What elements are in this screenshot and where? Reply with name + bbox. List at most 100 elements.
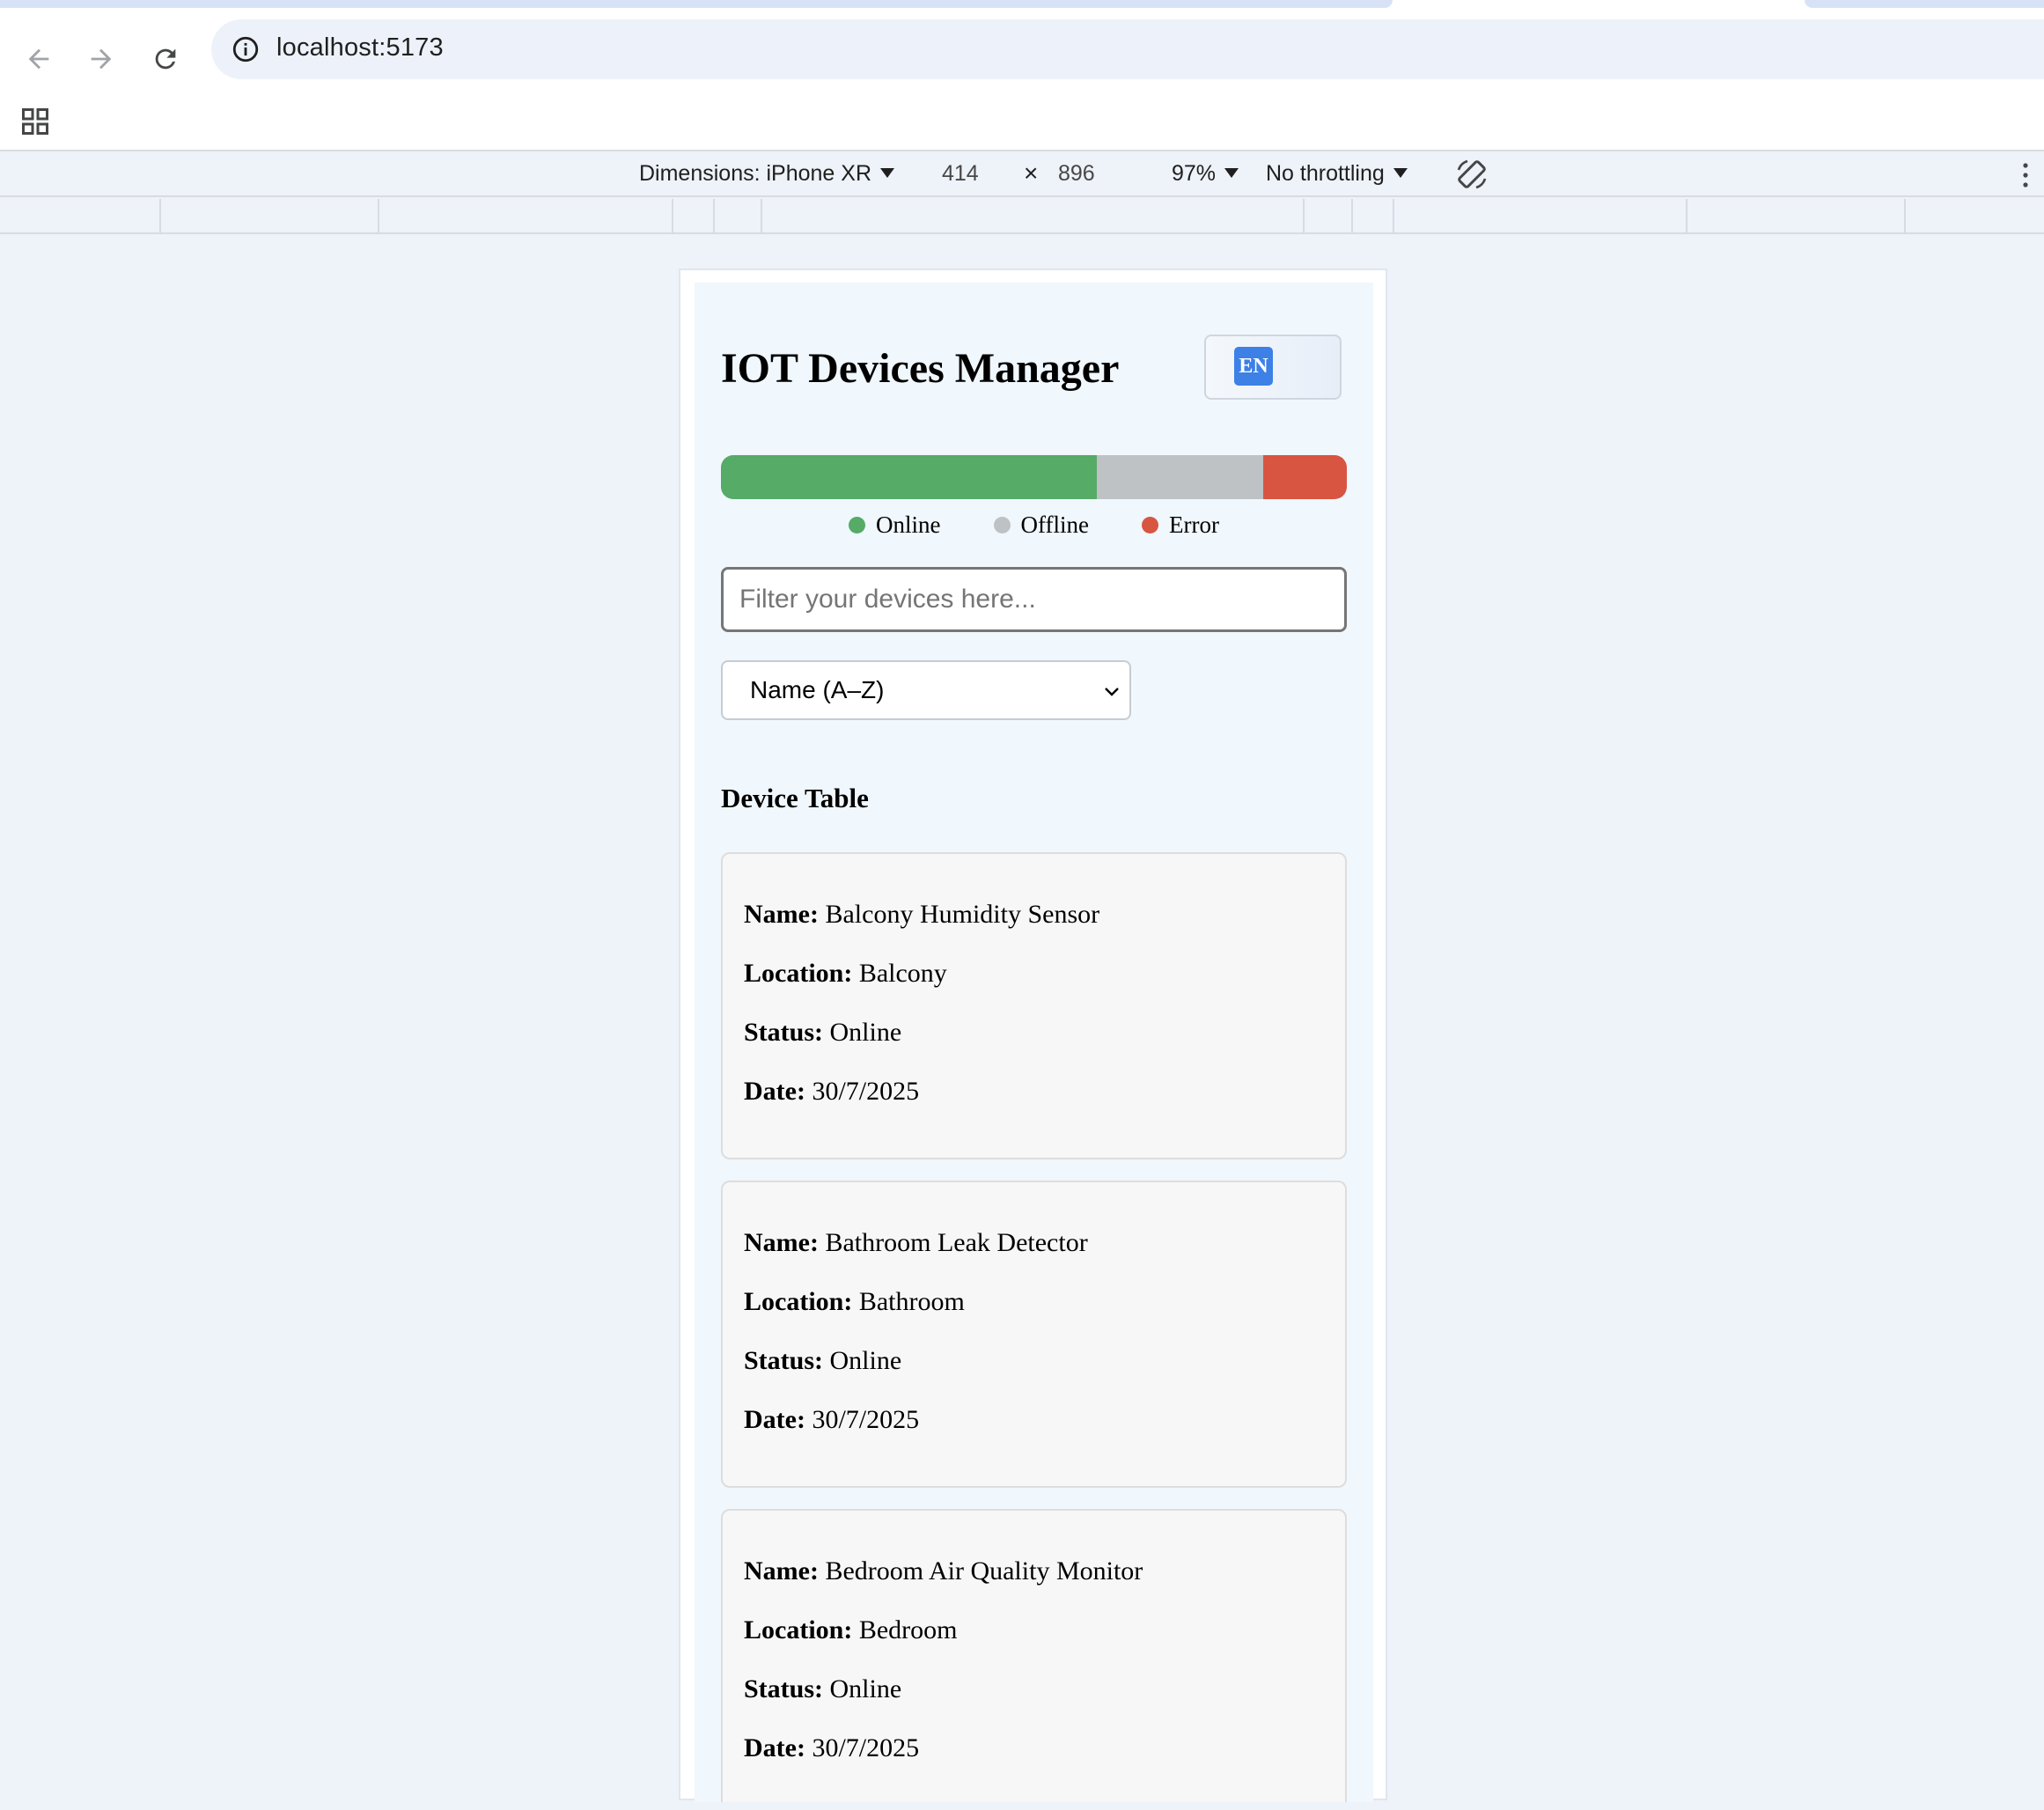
caret-down-icon bbox=[1393, 168, 1408, 178]
device-toolbar: Dimensions: iPhone XR 414 × 896 97% No t… bbox=[0, 151, 2044, 197]
legend-online: Online bbox=[849, 511, 941, 539]
device-date: 30/7/2025 bbox=[812, 1733, 920, 1762]
apps-grid-icon[interactable] bbox=[19, 106, 51, 137]
device-name-row: Name: Bathroom Leak Detector bbox=[744, 1228, 1345, 1287]
status-label: Status: bbox=[744, 1674, 824, 1703]
throttling-dropdown[interactable]: No throttling bbox=[1266, 161, 1408, 187]
media-query-marker[interactable] bbox=[761, 199, 762, 232]
inactive-tab-area-right[interactable] bbox=[1805, 0, 2044, 8]
device-date: 30/7/2025 bbox=[812, 1077, 920, 1106]
media-query-marker[interactable] bbox=[159, 199, 161, 232]
more-options-icon[interactable] bbox=[2021, 162, 2030, 188]
status-label: Status: bbox=[744, 1346, 824, 1375]
device-location-row: Location: Bathroom bbox=[744, 1287, 1345, 1346]
device-date-row: Date: 30/7/2025 bbox=[744, 1733, 1345, 1792]
reload-button[interactable] bbox=[138, 32, 193, 86]
media-query-marker[interactable] bbox=[1351, 199, 1353, 232]
device-name: Balcony Humidity Sensor bbox=[825, 900, 1100, 929]
language-badge: EN bbox=[1234, 347, 1273, 386]
device-status-row: Status: Online bbox=[744, 1674, 1345, 1733]
media-query-marker[interactable] bbox=[713, 199, 715, 232]
arrow-left-icon bbox=[28, 48, 49, 70]
device-viewport: IOT Devices Manager EN Online Offline Er… bbox=[679, 269, 1387, 1802]
device-table-heading: Device Table bbox=[721, 783, 869, 813]
device-date: 30/7/2025 bbox=[812, 1405, 920, 1434]
throttling-label: No throttling bbox=[1266, 161, 1385, 186]
name-label: Name: bbox=[744, 900, 819, 929]
browser-toolbar: localhost:5173 bbox=[0, 19, 2044, 99]
legend-offline: Offline bbox=[967, 511, 1089, 539]
media-query-marker[interactable] bbox=[1303, 199, 1305, 232]
date-label: Date: bbox=[744, 1733, 805, 1762]
media-query-marker[interactable] bbox=[1904, 199, 1906, 232]
height-input[interactable]: 896 bbox=[1058, 161, 1095, 187]
site-info-icon[interactable] bbox=[231, 34, 261, 64]
date-label: Date: bbox=[744, 1077, 805, 1106]
name-label: Name: bbox=[744, 1228, 819, 1257]
zoom-dropdown[interactable]: 97% bbox=[1172, 161, 1239, 187]
location-label: Location: bbox=[744, 1615, 853, 1644]
media-query-marker[interactable] bbox=[1393, 199, 1394, 232]
device-location: Balcony bbox=[858, 959, 947, 988]
status-bar-online-segment bbox=[721, 455, 1097, 499]
sort-selected-value: Name (A–Z) bbox=[750, 676, 885, 703]
device-status: Online bbox=[829, 1346, 902, 1375]
dimensions-label: Dimensions: iPhone XR bbox=[639, 161, 872, 186]
device-status-row: Status: Online bbox=[744, 1018, 1345, 1077]
reload-icon bbox=[155, 48, 176, 70]
device-date-row: Date: 30/7/2025 bbox=[744, 1405, 1345, 1464]
location-label: Location: bbox=[744, 959, 853, 988]
device-card: Name: Balcony Humidity Sensor Location: … bbox=[721, 852, 1347, 1159]
device-location-row: Location: Bedroom bbox=[744, 1615, 1345, 1674]
media-query-bar bbox=[0, 199, 2044, 234]
device-filter-input[interactable] bbox=[721, 567, 1347, 632]
device-location-row: Location: Balcony bbox=[744, 959, 1345, 1018]
device-status: Online bbox=[829, 1018, 902, 1047]
status-bar-offline-segment bbox=[1096, 455, 1264, 499]
error-dot-icon bbox=[1142, 517, 1158, 533]
arrow-right-icon bbox=[91, 48, 112, 70]
date-label: Date: bbox=[744, 1405, 805, 1434]
forward-button[interactable] bbox=[74, 32, 129, 86]
width-input[interactable]: 414 bbox=[942, 161, 979, 187]
device-status-row: Status: Online bbox=[744, 1346, 1345, 1405]
media-query-marker[interactable] bbox=[1686, 199, 1687, 232]
legend-error-label: Error bbox=[1169, 511, 1219, 538]
name-label: Name: bbox=[744, 1556, 819, 1586]
legend-error: Error bbox=[1115, 511, 1219, 539]
online-dot-icon bbox=[849, 517, 866, 533]
device-status: Online bbox=[829, 1674, 902, 1703]
times-separator: × bbox=[1024, 159, 1039, 187]
tab-strip bbox=[0, 0, 2044, 19]
media-query-marker[interactable] bbox=[672, 199, 673, 232]
device-date-row: Date: 30/7/2025 bbox=[744, 1077, 1345, 1136]
language-toggle[interactable]: EN bbox=[1204, 335, 1342, 400]
bookmarks-bar bbox=[0, 99, 2044, 151]
status-bar-error-segment bbox=[1263, 455, 1347, 499]
chevron-down-icon bbox=[1105, 688, 1119, 696]
device-location: Bedroom bbox=[858, 1615, 958, 1644]
url-text[interactable]: localhost:5173 bbox=[276, 33, 444, 63]
offline-dot-icon bbox=[993, 517, 1011, 533]
legend-online-label: Online bbox=[876, 511, 941, 538]
inactive-tab-area[interactable] bbox=[0, 0, 1393, 8]
dimensions-dropdown[interactable]: Dimensions: iPhone XR bbox=[639, 161, 895, 187]
zoom-label: 97% bbox=[1172, 161, 1217, 186]
sort-select[interactable]: Name (A–Z) bbox=[721, 660, 1131, 720]
status-legend: Online Offline Error bbox=[695, 511, 1373, 539]
address-bar[interactable]: localhost:5173 bbox=[211, 19, 2044, 79]
device-card: Name: Bathroom Leak Detector Location: B… bbox=[721, 1181, 1347, 1488]
status-distribution-bar bbox=[721, 455, 1347, 499]
media-query-marker[interactable] bbox=[378, 199, 379, 232]
device-card: Name: Bedroom Air Quality Monitor Locati… bbox=[721, 1509, 1347, 1802]
caret-down-icon bbox=[1224, 168, 1239, 178]
device-card-list: Name: Balcony Humidity Sensor Location: … bbox=[721, 852, 1347, 1802]
back-button[interactable] bbox=[11, 32, 66, 86]
app-root: IOT Devices Manager EN Online Offline Er… bbox=[695, 283, 1373, 1802]
page-title: IOT Devices Manager bbox=[721, 345, 1120, 392]
caret-down-icon bbox=[880, 168, 895, 178]
rotate-device-icon[interactable] bbox=[1454, 157, 1489, 192]
legend-offline-label: Offline bbox=[1020, 511, 1089, 538]
device-location: Bathroom bbox=[858, 1287, 965, 1316]
device-name: Bedroom Air Quality Monitor bbox=[825, 1556, 1143, 1586]
